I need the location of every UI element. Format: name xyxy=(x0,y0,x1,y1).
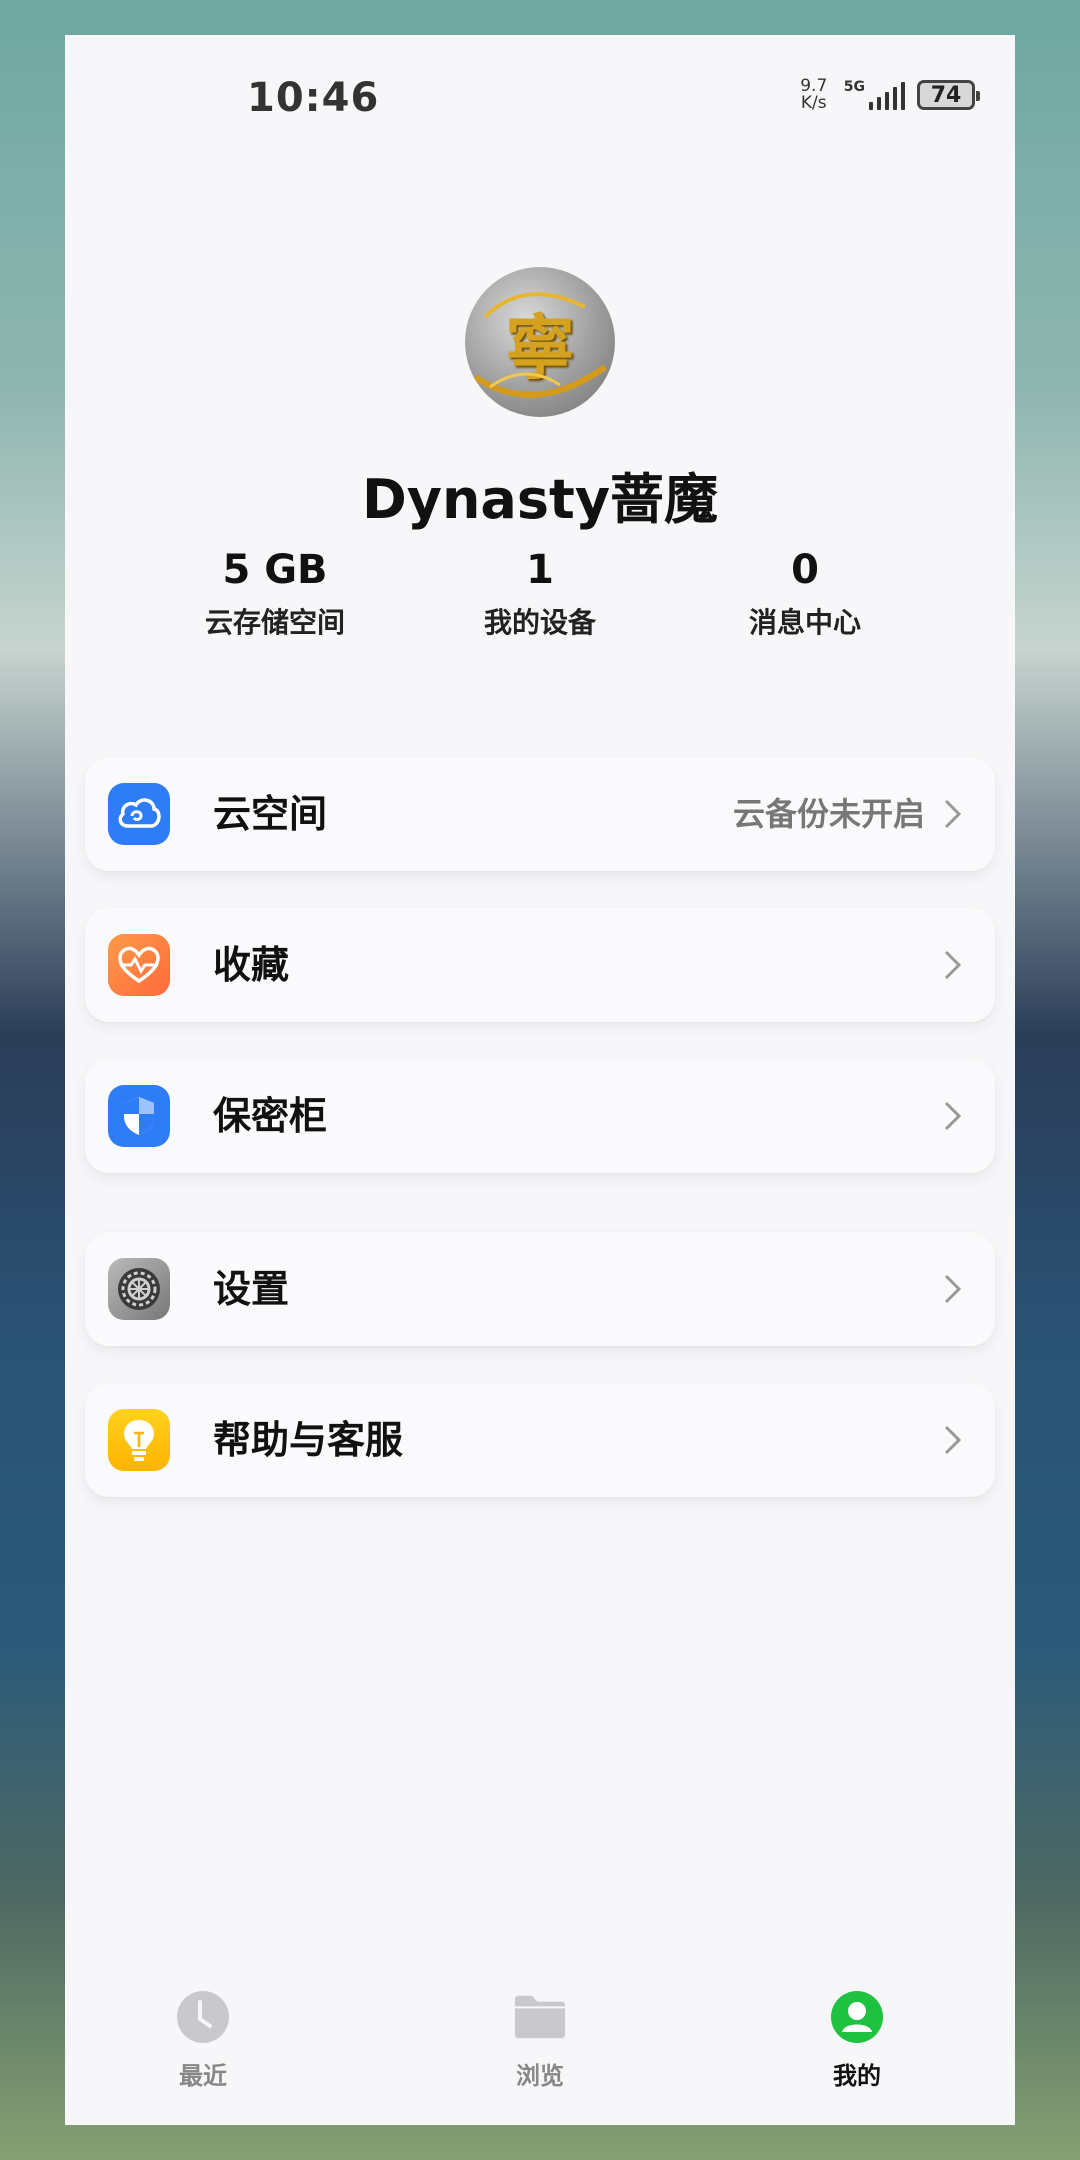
tab-recent[interactable]: 最近 xyxy=(123,1990,283,2091)
menu-item-safe[interactable]: 保密柜 xyxy=(85,1059,995,1173)
network-speed-unit: K/s xyxy=(800,93,827,113)
stat-my-devices[interactable]: 1 我的设备 xyxy=(430,545,650,641)
menu-item-favorites[interactable]: 收藏 xyxy=(85,908,995,1022)
bottom-tab-bar: 最近 浏览 我的 xyxy=(65,1990,1015,2110)
menu-item-settings[interactable]: 设置 xyxy=(85,1232,995,1346)
menu-label: 设置 xyxy=(213,1267,290,1311)
stat-value: 1 xyxy=(526,547,554,593)
stat-value: 5 GB xyxy=(222,547,328,593)
menu-label: 收藏 xyxy=(213,943,290,987)
stat-cloud-storage[interactable]: 5 GB 云存储空间 xyxy=(165,545,385,641)
menu-item-help[interactable]: 帮助与客服 xyxy=(85,1383,995,1497)
folder-icon xyxy=(513,1990,567,2044)
stat-message-center[interactable]: 0 消息中心 xyxy=(695,545,915,641)
tab-label: 我的 xyxy=(833,2062,881,2090)
shield-icon xyxy=(108,1085,170,1147)
tab-label: 浏览 xyxy=(516,2062,564,2090)
cloud-icon xyxy=(108,783,170,845)
stat-label: 消息中心 xyxy=(748,606,861,639)
cloud-backup-status: 云备份未开启 xyxy=(732,795,925,833)
person-icon xyxy=(830,1990,884,2044)
network-speed: 9.7 K/s xyxy=(796,78,832,112)
status-time: 10:46 xyxy=(247,75,380,121)
chevron-right-icon xyxy=(944,1101,962,1131)
avatar[interactable]: 寧 xyxy=(465,267,615,417)
gear-icon xyxy=(108,1258,170,1320)
avatar-decoration-icon xyxy=(473,292,607,398)
chevron-right-icon xyxy=(944,799,962,829)
tab-browse[interactable]: 浏览 xyxy=(460,1990,620,2091)
chevron-right-icon xyxy=(944,1425,962,1455)
stat-label: 我的设备 xyxy=(483,606,596,639)
chevron-right-icon xyxy=(944,950,962,980)
signal-icon: 5G xyxy=(844,80,905,110)
tab-mine[interactable]: 我的 xyxy=(777,1990,937,2091)
menu-item-cloud-space[interactable]: 云空间 云备份未开启 xyxy=(85,757,995,871)
clock-icon xyxy=(176,1990,230,2044)
tab-label: 最近 xyxy=(179,2062,227,2090)
lightbulb-icon xyxy=(108,1409,170,1471)
menu-label: 云空间 xyxy=(213,792,328,836)
battery-icon: 74 xyxy=(917,80,980,110)
menu-label: 保密柜 xyxy=(213,1094,328,1138)
network-type: 5G xyxy=(843,79,865,95)
status-icons: 9.7 K/s 5G 74 xyxy=(796,75,980,115)
heart-icon xyxy=(108,934,170,996)
menu-label: 帮助与客服 xyxy=(213,1418,404,1462)
stats-row: 5 GB 云存储空间 1 我的设备 0 消息中心 xyxy=(65,545,1015,665)
battery-level: 74 xyxy=(930,82,962,108)
phone-screen: 10:46 9.7 K/s 5G 74 寧 Dynasty蔷魔 5 GB 云存储… xyxy=(65,35,1015,2125)
stat-value: 0 xyxy=(791,547,819,593)
chevron-right-icon xyxy=(944,1274,962,1304)
stat-label: 云存储空间 xyxy=(204,606,345,639)
username[interactable]: Dynasty蔷魔 xyxy=(65,455,1015,534)
